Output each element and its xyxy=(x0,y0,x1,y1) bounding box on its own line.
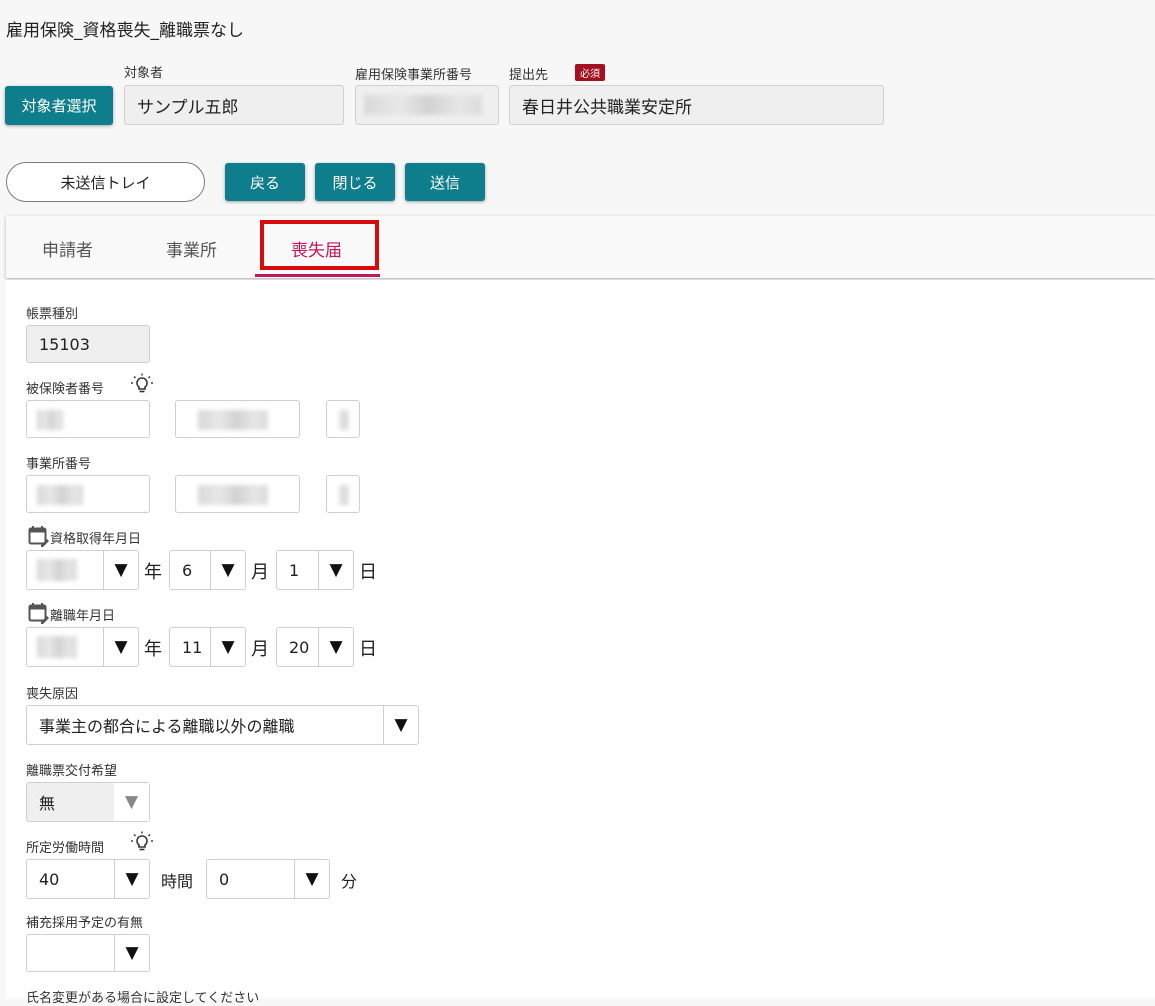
insured-number-part3[interactable] xyxy=(326,400,360,438)
acquisition-day-value: 1 xyxy=(289,560,300,580)
work-minutes-select[interactable]: 0 ▼ xyxy=(206,859,330,899)
work-minutes-value: 0 xyxy=(219,869,230,889)
office-number-form-label: 事業所番号 xyxy=(26,457,92,472)
redacted-value xyxy=(339,485,349,505)
minutes-unit: 分 xyxy=(341,872,358,891)
acquisition-date-label: 資格取得年月日 xyxy=(50,532,142,547)
triangle-down-icon: ▼ xyxy=(210,551,245,589)
triangle-down-icon: ▼ xyxy=(318,551,353,589)
year-unit: 年 xyxy=(144,639,162,660)
submit-to-field[interactable]: 春日井公共職業安定所 xyxy=(509,85,884,125)
work-hours-label: 所定労働時間 xyxy=(26,841,105,856)
redacted-value xyxy=(37,559,77,581)
tab-applicant[interactable]: 申請者 xyxy=(42,236,93,261)
insured-number-part2[interactable] xyxy=(175,400,300,438)
office-number-part3[interactable] xyxy=(326,475,360,513)
separation-day-value: 20 xyxy=(289,637,310,657)
lightbulb-icon[interactable] xyxy=(130,373,154,395)
close-button[interactable]: 閉じる xyxy=(315,163,395,201)
redacted-value xyxy=(339,410,349,430)
triangle-down-icon: ▼ xyxy=(318,628,353,666)
triangle-down-icon: ▼ xyxy=(383,706,418,744)
month-unit: 月 xyxy=(251,639,269,660)
form-type-value: 15103 xyxy=(39,334,90,354)
calendar-edit-icon[interactable] xyxy=(28,525,50,547)
tab-bar: 申請者 事業所 喪失届 xyxy=(6,216,1155,278)
work-hours-select[interactable]: 40 ▼ xyxy=(26,859,150,899)
calendar-edit-icon[interactable] xyxy=(28,602,50,624)
triangle-down-icon: ▼ xyxy=(114,860,149,898)
highlight-frame xyxy=(260,220,379,270)
form-type-label: 帳票種別 xyxy=(26,307,79,322)
target-label: 対象者 xyxy=(124,66,164,81)
target-field: サンプル五郎 xyxy=(124,85,344,125)
separation-slip-value: 無 xyxy=(39,794,56,813)
acquisition-month-value: 6 xyxy=(182,560,193,580)
triangle-down-icon: ▼ xyxy=(114,935,149,971)
day-unit: 日 xyxy=(359,562,377,583)
separation-slip-label: 離職票交付希望 xyxy=(26,764,118,779)
triangle-down-icon: ▼ xyxy=(103,628,138,666)
redacted-value xyxy=(37,410,63,430)
acquisition-year-select[interactable]: ▼ xyxy=(26,550,139,590)
redacted-value xyxy=(364,95,482,115)
day-unit: 日 xyxy=(359,639,377,660)
work-hours-value: 40 xyxy=(39,869,60,889)
month-unit: 月 xyxy=(251,562,269,583)
tab-office[interactable]: 事業所 xyxy=(166,236,217,261)
required-badge: 必須 xyxy=(575,64,605,81)
triangle-down-icon: ▼ xyxy=(114,783,149,821)
insured-number-label: 被保険者番号 xyxy=(26,382,105,397)
replacement-label: 補充採用予定の有無 xyxy=(26,916,144,931)
redacted-value xyxy=(198,410,268,430)
unsent-tray-button[interactable]: 未送信トレイ xyxy=(6,162,205,202)
office-number-part2[interactable] xyxy=(175,475,300,513)
name-change-note: 氏名変更がある場合に設定してください xyxy=(26,991,260,1006)
acquisition-month-select[interactable]: 6 ▼ xyxy=(169,550,246,590)
select-target-button[interactable]: 対象者選択 xyxy=(5,86,113,125)
send-button[interactable]: 送信 xyxy=(405,163,485,201)
separation-slip-select[interactable]: 無 ▼ xyxy=(26,782,150,822)
redacted-value xyxy=(198,485,268,505)
loss-reason-label: 喪失原因 xyxy=(26,687,79,702)
insured-number-part1[interactable] xyxy=(26,400,150,438)
redacted-value xyxy=(37,485,83,505)
triangle-down-icon: ▼ xyxy=(294,860,329,898)
separation-date-label: 離職年月日 xyxy=(50,609,116,624)
hours-unit: 時間 xyxy=(161,872,194,891)
separation-month-select[interactable]: 11 ▼ xyxy=(169,627,246,667)
submit-to-label: 提出先 xyxy=(509,68,549,83)
office-number-field xyxy=(355,85,499,125)
year-unit: 年 xyxy=(144,562,162,583)
lightbulb-icon[interactable] xyxy=(130,831,154,853)
office-number-part1[interactable] xyxy=(26,475,150,513)
triangle-down-icon: ▼ xyxy=(103,551,138,589)
page-title: 雇用保険_資格喪失_離職票なし xyxy=(6,21,244,41)
loss-reason-select[interactable]: 事業主の都合による離職以外の離職 ▼ xyxy=(26,705,419,745)
separation-year-select[interactable]: ▼ xyxy=(26,627,139,667)
separation-day-select[interactable]: 20 ▼ xyxy=(276,627,354,667)
redacted-value xyxy=(37,636,77,658)
office-number-label: 雇用保険事業所番号 xyxy=(355,68,473,83)
active-tab-indicator xyxy=(255,274,380,277)
replacement-select[interactable]: ▼ xyxy=(26,934,150,972)
loss-reason-value: 事業主の都合による離職以外の離職 xyxy=(39,717,295,736)
submit-to-value: 春日井公共職業安定所 xyxy=(522,97,692,118)
separation-month-value: 11 xyxy=(182,637,203,657)
triangle-down-icon: ▼ xyxy=(210,628,245,666)
acquisition-day-select[interactable]: 1 ▼ xyxy=(276,550,354,590)
back-button[interactable]: 戻る xyxy=(225,163,305,201)
form-type-field: 15103 xyxy=(26,325,150,363)
target-value: サンプル五郎 xyxy=(137,97,239,118)
